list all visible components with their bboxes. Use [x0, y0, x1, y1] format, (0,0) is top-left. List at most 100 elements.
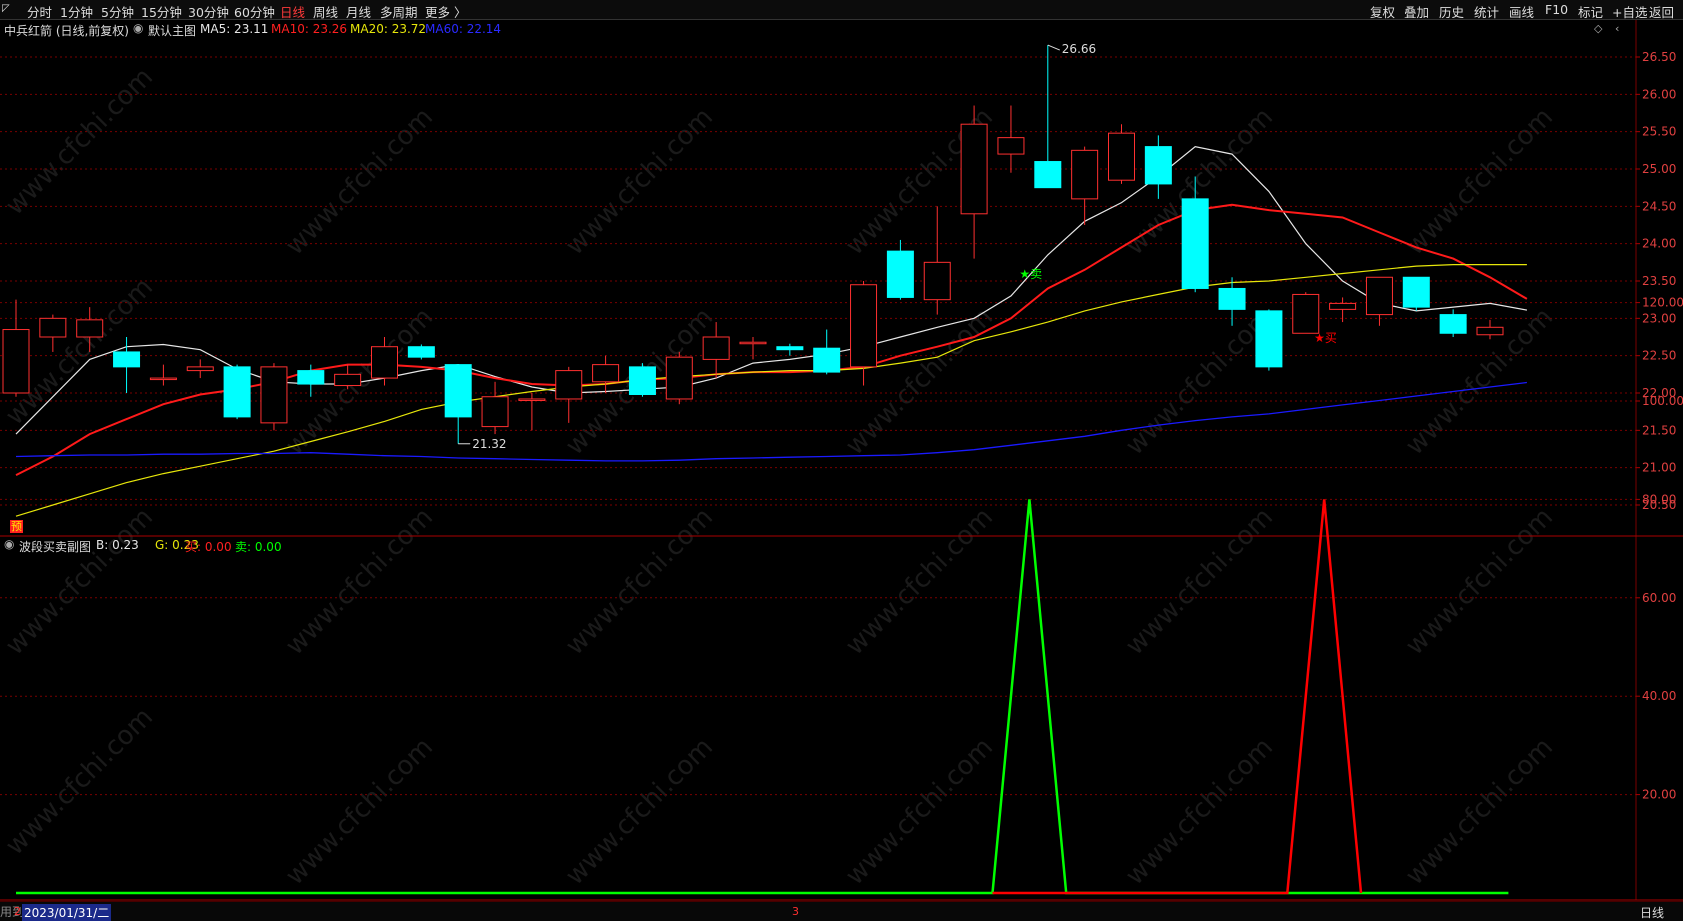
candle-body	[1071, 149, 1099, 200]
candle	[1292, 292, 1320, 334]
y-tick-label: 21.00	[1642, 461, 1676, 475]
candle	[223, 364, 251, 420]
candle-body	[444, 364, 472, 418]
candle-body	[739, 341, 767, 345]
y-tick-label: 21.50	[1642, 423, 1676, 437]
ma10-value: MA10: 23.26	[271, 22, 348, 36]
sub-y-axis: 120.00 100.00 80.00 60.00 40.00 20.00	[1636, 296, 1683, 802]
candle	[886, 239, 914, 300]
y-tick-label: 60.00	[1642, 591, 1676, 605]
indicator-toggle-icon[interactable]: ◉	[133, 21, 143, 35]
candle	[1402, 276, 1430, 311]
ma20-value: MA20: 23.72	[350, 22, 427, 36]
sub-sell-value: 卖: 0.00	[235, 540, 282, 554]
candle-body	[1108, 132, 1135, 181]
candle	[850, 281, 878, 386]
candle-body	[481, 396, 509, 428]
candle	[518, 393, 546, 431]
candle	[997, 105, 1025, 173]
candle	[444, 364, 472, 444]
sub-indicator-name[interactable]: 波段买卖副图	[19, 538, 91, 555]
main-indicator-name[interactable]: 默认主图	[148, 22, 196, 39]
candle-body	[2, 329, 30, 394]
candle	[555, 366, 583, 423]
candle-body	[960, 123, 988, 215]
sub-b-value: B: 0.23	[96, 538, 139, 552]
candle	[923, 206, 951, 315]
candle	[1144, 135, 1172, 199]
cursor-date: 2023/01/31/二	[22, 904, 112, 921]
candle-body	[1144, 146, 1172, 185]
bottom-left-marker: 2	[14, 905, 21, 918]
y-tick-label: 23.00	[1642, 311, 1676, 325]
candle-body	[1329, 302, 1357, 310]
candle-body	[1439, 314, 1467, 334]
ma5-value: MA5: 23.11	[200, 22, 269, 36]
diamond-icon[interactable]: ◇	[1594, 22, 1602, 35]
y-tick-label: 80.00	[1642, 492, 1676, 506]
kline-chart[interactable]: 26.50 26.00 25.50 25.00 24.50 24.00 23.50 23.00…	[0, 0, 1683, 920]
candle-body	[1034, 161, 1062, 189]
candle	[1255, 309, 1283, 371]
ma60-value: MA60: 22.14	[425, 22, 502, 36]
candle	[481, 381, 509, 435]
candles	[2, 45, 1504, 444]
sub-lines	[16, 499, 1509, 895]
candle	[2, 299, 30, 397]
candle	[186, 359, 214, 379]
date-bar: 用到未来数据 2 2023/01/31/二 3 日线	[0, 901, 1683, 921]
candle-body	[702, 336, 730, 360]
candle-body	[518, 398, 546, 401]
candle-body	[997, 137, 1025, 155]
y-tick-label: 25.50	[1642, 125, 1676, 139]
y-tick-label: 24.50	[1642, 199, 1676, 213]
chevron-left-icon[interactable]: ‹	[1615, 22, 1619, 35]
candle	[739, 337, 767, 360]
candle	[260, 363, 288, 431]
candle-body	[1218, 287, 1246, 310]
candle-body	[1292, 293, 1320, 334]
candle-body	[850, 284, 878, 368]
candle-body	[260, 366, 288, 424]
candle	[665, 351, 693, 405]
sell-signal: ★卖	[1019, 267, 1042, 281]
candle	[39, 314, 67, 352]
candle	[371, 337, 398, 386]
candle	[1181, 176, 1209, 293]
candle	[334, 364, 362, 390]
stock-title: 中兵红箭 (日线,前复权)	[4, 24, 129, 38]
pre-badge: 预	[10, 520, 23, 533]
sub-indicator-toggle-icon[interactable]: ◉	[4, 537, 14, 551]
candle	[813, 329, 841, 375]
main-y-axis: 26.50 26.00 25.50 25.00 24.50 24.00 23.50 23.00…	[1636, 50, 1676, 512]
candle	[76, 307, 104, 352]
candle-body	[1255, 310, 1283, 368]
buy-signal: ★买	[1314, 331, 1337, 345]
y-tick-label: 24.00	[1642, 237, 1676, 251]
candle-body	[39, 317, 67, 338]
sub-buy-value: 买: 0.00	[185, 540, 232, 554]
candle	[1476, 319, 1504, 340]
candle	[960, 105, 988, 259]
candle-body	[1365, 276, 1393, 316]
high-pointer	[1047, 44, 1060, 51]
candle-body	[628, 366, 656, 395]
candle-body	[223, 366, 251, 418]
candle-body	[407, 346, 435, 358]
y-tick-label: 26.50	[1642, 50, 1676, 64]
month-marker: 3	[792, 905, 799, 918]
candle-body	[334, 373, 362, 387]
y-tick-label: 20.00	[1642, 788, 1676, 802]
candle	[1034, 45, 1062, 189]
candle	[407, 344, 435, 360]
candle-body	[886, 250, 914, 298]
ma-line-ma10	[15, 203, 1528, 476]
low-label: 21.32	[472, 437, 506, 451]
chart-frame	[0, 20, 1683, 901]
candle-body	[592, 364, 620, 383]
candle-body	[776, 346, 804, 351]
candle-body	[113, 351, 141, 368]
candle	[702, 322, 730, 379]
period-label: 日线	[1640, 906, 1665, 920]
high-label: 26.66	[1062, 42, 1096, 56]
